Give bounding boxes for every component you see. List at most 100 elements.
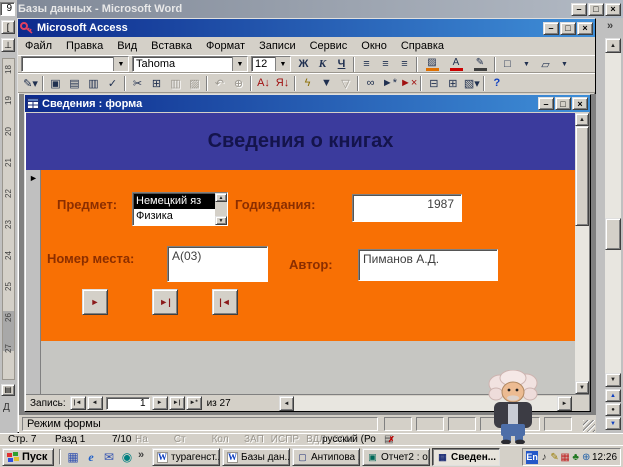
browse-next-button[interactable]: ▼ (605, 417, 621, 430)
menu-file[interactable]: Файл (18, 38, 59, 54)
italic-button[interactable]: К (313, 56, 332, 73)
resize-grip[interactable] (583, 420, 595, 432)
cut-button[interactable]: ✂ (128, 75, 147, 92)
chevron-down-icon[interactable]: ▼ (517, 56, 536, 73)
volume-icon[interactable]: ♪ (539, 452, 549, 463)
font-size-combo[interactable]: 12 ▼ (251, 56, 291, 72)
form-vertical-scrollbar[interactable]: ▲ ▼ (575, 113, 589, 394)
form-close-button[interactable]: × (572, 97, 588, 110)
office-assistant[interactable] (484, 370, 542, 447)
new-record-button[interactable]: ►* (186, 396, 202, 410)
place-field[interactable]: А(03) (167, 246, 268, 282)
new-object-button[interactable]: ▧▾ (462, 75, 481, 92)
access-close-button[interactable]: × (577, 22, 593, 35)
subject-option[interactable]: Физика (134, 209, 215, 224)
scroll-down-icon[interactable]: ▼ (575, 381, 589, 394)
subject-listbox[interactable]: Немецкий яз Физика ▲ ▼ (132, 192, 228, 226)
paste-button[interactable]: ▥ (166, 75, 185, 92)
spelling-status-icon[interactable]: ▤ ✗ (384, 434, 397, 445)
chevron-down-icon[interactable]: ▼ (555, 56, 574, 73)
apply-filter-button[interactable]: ▽ (336, 75, 355, 92)
form-minimize-button[interactable]: – (538, 97, 554, 110)
line-border-width-button[interactable]: □ (498, 56, 517, 73)
task-form-svedeniya[interactable]: ▦ Сведен... (432, 448, 500, 466)
last-record-button[interactable]: ►| (169, 396, 185, 410)
previous-record-button[interactable]: ◄ (87, 396, 103, 410)
menu-tools[interactable]: Сервис (303, 38, 355, 54)
word-close-button[interactable]: × (605, 3, 621, 16)
save-button[interactable]: ▣ (46, 75, 65, 92)
align-right-button[interactable]: ≡ (395, 56, 414, 73)
form-scrollbar-thumb[interactable] (575, 126, 589, 226)
toolbar-separator[interactable] (483, 76, 485, 91)
insert-hyperlink-button[interactable]: ⊕ (229, 75, 248, 92)
pen-icon[interactable]: ✎ (550, 452, 560, 463)
spelling-button[interactable]: ✓ (103, 75, 122, 92)
toolbar-separator[interactable] (206, 76, 208, 91)
print-preview-button[interactable]: ▥ (84, 75, 103, 92)
special-effect-button[interactable]: ▱ (536, 56, 555, 73)
undo-button[interactable]: ↶ (210, 75, 229, 92)
chevron-down-icon[interactable]: ▼ (275, 57, 290, 71)
subject-scrollbar[interactable]: ▲ ▼ (215, 193, 227, 225)
toolbar-separator[interactable] (124, 76, 126, 91)
task-word-document-1[interactable]: W турагенст... (152, 448, 220, 466)
channels-icon[interactable]: ◉ (119, 449, 135, 465)
menu-insert[interactable]: Вставка (144, 38, 199, 54)
browse-select-button[interactable]: ● (605, 403, 621, 416)
toolbar-separator[interactable] (42, 76, 44, 91)
last-record-nav-button[interactable]: ►| (152, 289, 178, 315)
format-painter-button[interactable]: ▨ (185, 75, 204, 92)
record-selector-strip[interactable]: ► (26, 170, 41, 394)
chevron-down-icon[interactable]: ▼ (232, 57, 247, 71)
fill-color-button[interactable]: ▨ (420, 56, 444, 73)
next-record-nav-button[interactable]: ► (82, 289, 108, 315)
design-view-button[interactable]: ✎▾ (21, 75, 40, 92)
access-minimize-button[interactable]: – (543, 22, 559, 35)
scroll-up-icon[interactable]: ▲ (575, 113, 589, 126)
scroll-down-icon[interactable]: ▼ (215, 216, 227, 225)
word-size-combo-fragment[interactable]: 9 (0, 2, 15, 16)
line-color-button[interactable]: ✎ (468, 56, 492, 73)
ruler-tab-selector[interactable]: ⊥ (1, 38, 15, 52)
toolbar-overflow-chevron[interactable]: » (607, 20, 613, 32)
database-window-button[interactable]: ⊞ (443, 75, 462, 92)
first-record-nav-button[interactable]: |◄ (212, 289, 238, 315)
scroll-up-icon[interactable]: ▲ (215, 193, 227, 202)
menu-help[interactable]: Справка (394, 38, 451, 54)
word-minimize-button[interactable]: – (571, 3, 587, 16)
first-record-button[interactable]: |◄ (70, 396, 86, 410)
delete-record-button[interactable]: ►× (399, 75, 418, 92)
font-name-combo[interactable]: Tahoma ▼ (132, 56, 248, 72)
align-center-button[interactable]: ≡ (376, 56, 395, 73)
menu-view[interactable]: Вид (110, 38, 144, 54)
quick-launch-overflow-chevron[interactable]: » (138, 449, 144, 461)
access-maximize-button[interactable]: □ (560, 22, 576, 35)
word-scroll-down-button[interactable]: ▼ (605, 373, 621, 387)
properties-button[interactable]: ⊟ (424, 75, 443, 92)
word-scroll-up-button[interactable]: ▲ (605, 38, 621, 53)
browse-previous-button[interactable]: ▲ (605, 389, 621, 402)
scroll-right-icon[interactable]: ► (557, 396, 572, 411)
filter-by-selection-button[interactable]: ϟ (298, 75, 317, 92)
object-combo[interactable]: ▼ (21, 56, 129, 72)
print-button[interactable]: ▤ (65, 75, 84, 92)
menu-records[interactable]: Записи (252, 38, 303, 54)
task-antipova[interactable]: ▢ Антипова ... (292, 448, 360, 466)
network-icon[interactable]: ⊕ (581, 452, 591, 463)
copy-button[interactable]: ⊞ (147, 75, 166, 92)
bold-button[interactable]: Ж (294, 56, 313, 73)
find-button[interactable]: ∞ (361, 75, 380, 92)
scheduler-icon[interactable]: ▦ (560, 452, 570, 463)
record-number-input[interactable]: 1 (106, 397, 150, 410)
menu-format[interactable]: Формат (199, 38, 252, 54)
word-toolbar-fragment-button[interactable]: [ (1, 20, 15, 34)
toolbar-separator[interactable] (250, 76, 252, 91)
internet-explorer-icon[interactable]: e (83, 449, 99, 465)
form-maximize-button[interactable]: □ (555, 97, 571, 110)
chevron-down-icon[interactable]: ▼ (113, 57, 128, 71)
filter-by-form-button[interactable]: ▼ (317, 75, 336, 92)
antivirus-icon[interactable]: ♣ (571, 452, 581, 463)
menu-window[interactable]: Окно (354, 38, 394, 54)
menu-edit[interactable]: Правка (59, 38, 110, 54)
